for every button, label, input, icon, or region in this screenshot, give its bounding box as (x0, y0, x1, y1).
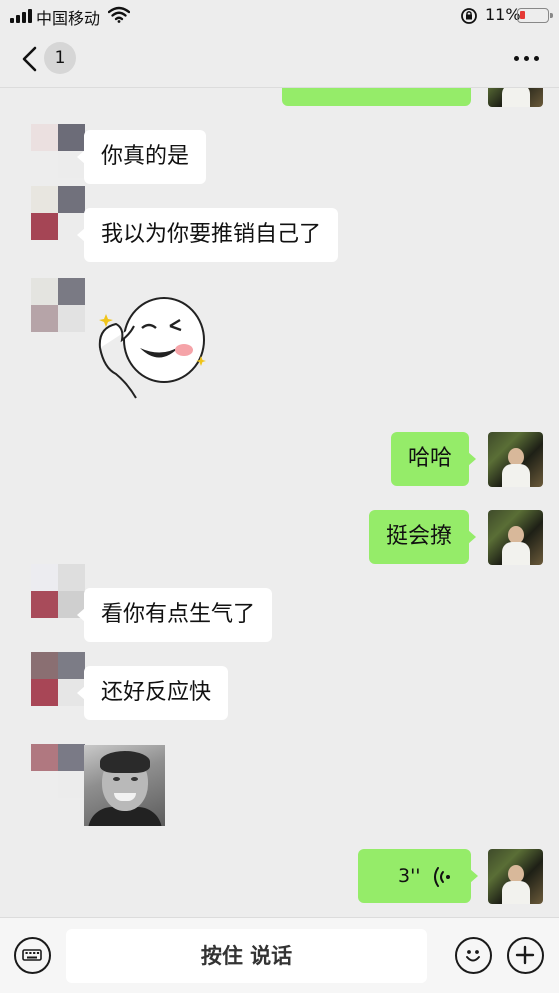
message-bubble-contact[interactable]: 我以为你要推销自己了 (76, 208, 339, 262)
hold-to-talk-button[interactable]: 按住 说话 (66, 929, 427, 983)
self-avatar[interactable] (488, 510, 543, 565)
unread-count-badge[interactable]: 1 (44, 42, 76, 74)
voice-message-bubble[interactable]: 3'' (358, 849, 478, 903)
more-dots-icon[interactable] (514, 56, 539, 61)
keyboard-icon[interactable] (14, 937, 51, 974)
self-avatar[interactable] (488, 88, 543, 107)
wifi-icon (108, 6, 130, 23)
battery-percent: 11% (485, 5, 521, 24)
contact-avatar[interactable] (31, 744, 85, 798)
message-bubble-contact[interactable]: 你真的是 (76, 130, 207, 184)
contact-avatar[interactable] (31, 278, 85, 332)
signal-icon (10, 9, 32, 23)
carrier-name: 中国移动 (36, 9, 101, 28)
portrait-photo[interactable] (84, 745, 165, 826)
plus-icon[interactable] (507, 937, 544, 974)
battery-icon (517, 8, 553, 23)
status-bar: 中国移动 11% (0, 0, 559, 30)
orientation-lock-icon (461, 8, 477, 24)
chat-header: 1 (0, 30, 559, 88)
self-avatar[interactable] (488, 849, 543, 904)
chevron-left-icon[interactable] (14, 42, 48, 76)
self-avatar[interactable] (488, 432, 543, 487)
message-bubble-contact[interactable]: 看你有点生气了 (76, 588, 273, 642)
message-bubble-self-partial[interactable] (282, 88, 471, 106)
winking-face-sticker[interactable] (84, 288, 214, 406)
voice-duration: 3'' (398, 865, 421, 887)
message-list[interactable]: 你真的是 我以为你要推销自己了 哈哈 挺会撩 看你有点生气了 还好反应快 3'' (0, 88, 559, 917)
voice-wave-icon (434, 867, 450, 887)
input-bar: 按住 说话 (0, 917, 559, 993)
message-bubble-contact[interactable]: 还好反应快 (76, 666, 229, 720)
emoji-icon[interactable] (455, 937, 492, 974)
message-bubble-self[interactable]: 挺会撩 (369, 510, 477, 564)
message-bubble-self[interactable]: 哈哈 (391, 432, 477, 486)
